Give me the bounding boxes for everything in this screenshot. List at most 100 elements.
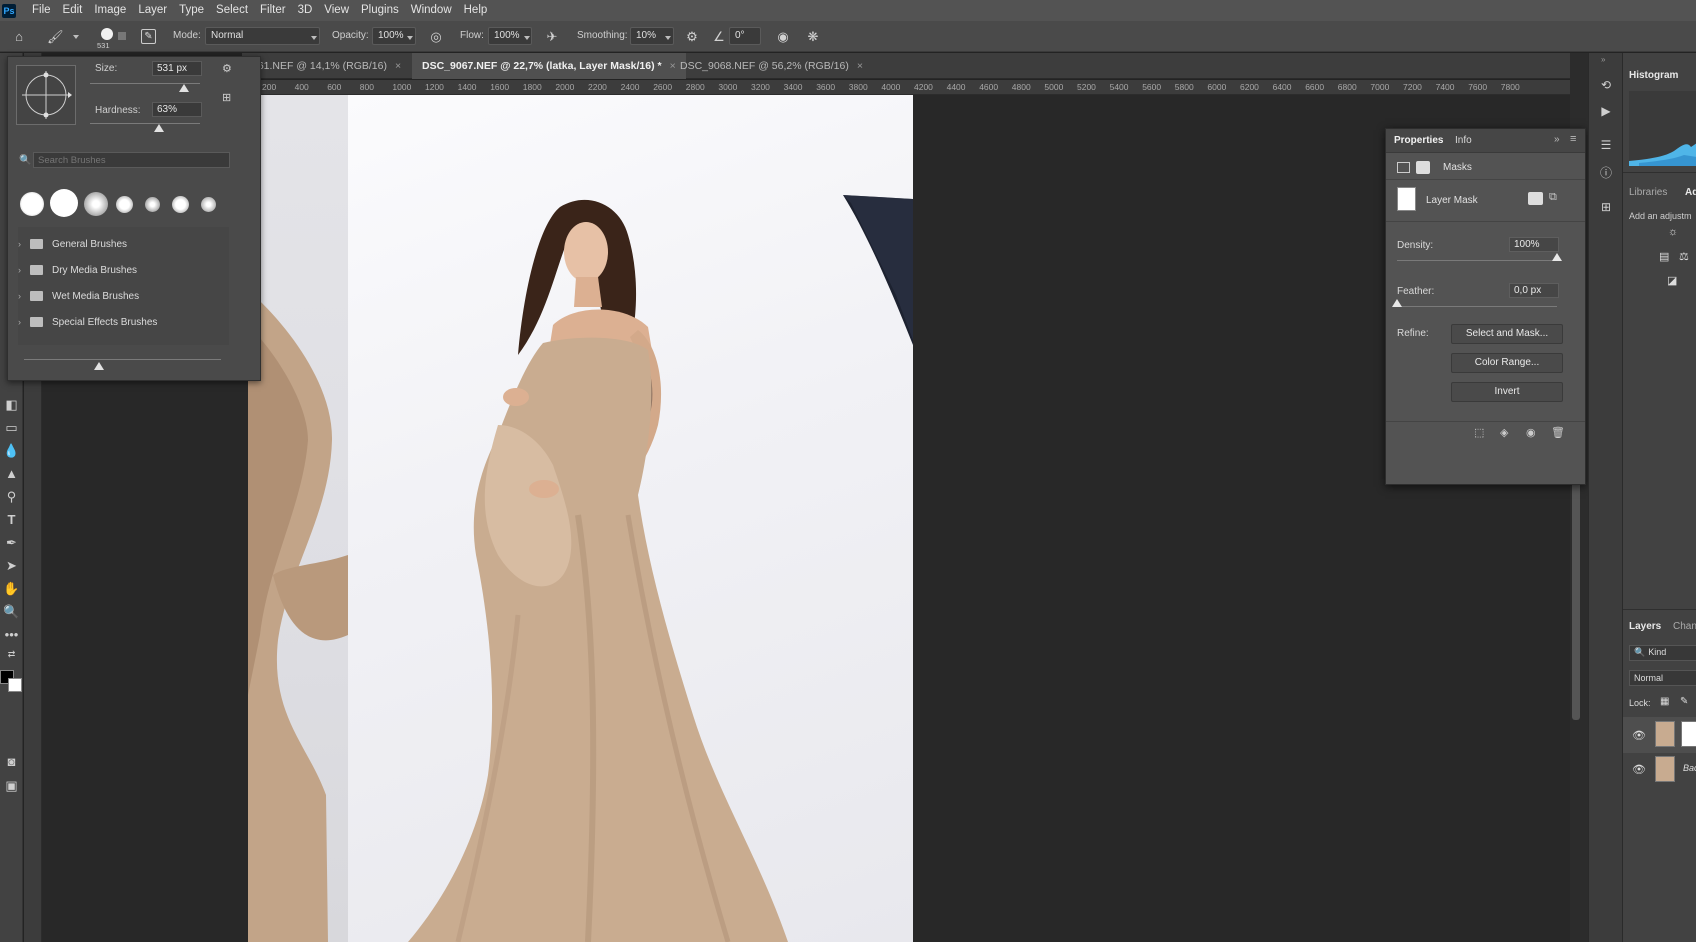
pixel-mask-icon[interactable] — [1397, 162, 1410, 173]
home-icon[interactable]: ⌂ — [11, 29, 27, 45]
trash-icon[interactable]: 🗑 — [1551, 426, 1565, 439]
density-slider-track[interactable] — [1397, 260, 1557, 261]
new-preset-icon[interactable]: ⊞ — [222, 91, 231, 104]
opacity-caret[interactable] — [407, 36, 413, 40]
eraser-tool-icon[interactable]: ◧ — [3, 396, 20, 413]
close-icon[interactable]: × — [857, 60, 863, 72]
brush-tip[interactable] — [201, 197, 216, 212]
menu-filter[interactable]: Filter — [254, 0, 292, 21]
layer-comps-icon[interactable]: ⊞ — [1598, 199, 1614, 215]
invert-button[interactable]: Invert — [1451, 382, 1563, 402]
layer-thumbnail[interactable] — [1655, 721, 1675, 747]
visibility-eye-icon[interactable]: 👁 — [1632, 763, 1646, 776]
density-slider-thumb[interactable] — [1552, 253, 1562, 261]
pressure-opacity-icon[interactable]: ◎ — [428, 29, 444, 45]
brush-settings-icon[interactable]: ✎ — [141, 29, 156, 44]
swap-colors-icon[interactable]: ⇄ — [3, 646, 20, 663]
apply-mask-icon[interactable]: ◈ — [1500, 426, 1508, 439]
folder-general-brushes[interactable]: › General Brushes — [18, 232, 228, 256]
blend-mode-select[interactable]: Normal — [1629, 670, 1696, 686]
quick-mask-icon[interactable]: ◙ — [3, 753, 20, 770]
adjustments-icon[interactable]: ☰ — [1598, 137, 1614, 153]
panel-menu-icon[interactable]: ≡ — [1570, 133, 1576, 145]
layer-thumbnail[interactable] — [1655, 756, 1675, 782]
tab-info[interactable]: Info — [1455, 135, 1472, 146]
angle-field[interactable]: 0° — [729, 27, 761, 45]
lock-paint-icon[interactable]: ✎ — [1680, 696, 1688, 707]
gradient-tool-icon[interactable]: ▭ — [3, 419, 20, 436]
zoom-tool-icon[interactable]: 🔍 — [3, 603, 20, 620]
brush-tip[interactable] — [145, 197, 160, 212]
menu-view[interactable]: View — [318, 0, 355, 21]
density-field[interactable]: 100% — [1509, 237, 1559, 252]
selection-from-mask-icon[interactable]: ⬚ — [1474, 426, 1484, 439]
color-range-button[interactable]: Color Range... — [1451, 353, 1563, 373]
tab-histogram[interactable]: Histogram — [1629, 70, 1678, 81]
hardness-field[interactable]: 63% — [152, 102, 202, 117]
brush-angle-preview[interactable] — [16, 65, 76, 125]
brush-tool-icon[interactable]: 🖌 — [47, 29, 64, 45]
menu-edit[interactable]: Edit — [57, 0, 89, 21]
symmetry-icon[interactable]: ❋ — [805, 29, 821, 45]
apply-mask-icon[interactable]: ⧉ — [1549, 191, 1557, 204]
flow-caret[interactable] — [524, 36, 530, 40]
hardness-slider-thumb[interactable] — [154, 124, 165, 132]
doc-tab-active[interactable]: DSC_9067.NEF @ 22,7% (latka, Layer Mask/… — [412, 53, 686, 79]
hardness-slider-track[interactable] — [90, 123, 200, 124]
selection-arrow-icon[interactable]: ➤ — [3, 557, 20, 574]
tab-libraries[interactable]: Libraries — [1629, 187, 1667, 198]
gear-icon[interactable]: ⚙ — [222, 62, 232, 75]
exposure-icon[interactable]: ◪ — [1667, 274, 1677, 287]
blur-tool-icon[interactable]: 💧 — [3, 442, 20, 459]
visibility-icon[interactable]: ◉ — [1526, 426, 1536, 439]
menu-plugins[interactable]: Plugins — [355, 0, 405, 21]
mode-select[interactable]: Normal — [205, 27, 320, 45]
menu-image[interactable]: Image — [88, 0, 132, 21]
collapse-arrows-icon[interactable]: » — [1601, 55, 1605, 64]
tab-channels[interactable]: Chan — [1673, 621, 1696, 632]
folder-wet-media-brushes[interactable]: › Wet Media Brushes — [18, 284, 228, 308]
vertical-scrollbar[interactable] — [1572, 480, 1580, 720]
brush-roundness-icon[interactable] — [17, 66, 75, 124]
play-icon[interactable]: ▶ — [1598, 103, 1614, 119]
layer-mask-thumbnail[interactable] — [1681, 721, 1696, 747]
preview-size-slider[interactable] — [24, 359, 221, 360]
visibility-eye-icon[interactable]: 👁 — [1632, 729, 1646, 742]
collapse-icon[interactable]: » — [1554, 134, 1560, 145]
smoothing-caret[interactable] — [665, 36, 671, 40]
type-tool-icon[interactable]: T — [3, 511, 20, 528]
doc-tab[interactable]: 061.NEF @ 14,1% (RGB/16) × — [242, 53, 411, 79]
layer-mask-thumbnail[interactable] — [1397, 187, 1416, 211]
tab-layers[interactable]: Layers — [1629, 621, 1661, 632]
lock-transparency-icon[interactable]: ▦ — [1660, 696, 1669, 707]
brush-tip[interactable] — [172, 196, 189, 213]
brush-preview-icon[interactable] — [101, 28, 113, 40]
screen-mode-icon[interactable]: ▣ — [3, 777, 20, 794]
menu-3d[interactable]: 3D — [292, 0, 319, 21]
hand-tool-icon[interactable]: ✋ — [3, 580, 20, 597]
levels-icon[interactable]: ▤ — [1659, 250, 1669, 263]
menu-layer[interactable]: Layer — [132, 0, 173, 21]
brush-tip[interactable] — [84, 192, 108, 216]
folder-special-effects-brushes[interactable]: › Special Effects Brushes — [18, 310, 228, 334]
gear-icon[interactable]: ⚙ — [684, 29, 700, 45]
menu-window[interactable]: Window — [405, 0, 458, 21]
folder-dry-media-brushes[interactable]: › Dry Media Brushes — [18, 258, 228, 282]
tab-properties[interactable]: Properties — [1394, 135, 1443, 146]
curves-icon[interactable]: ⚖ — [1679, 250, 1689, 263]
tool-preset-caret[interactable] — [73, 35, 79, 39]
preview-size-thumb[interactable] — [94, 362, 104, 370]
path-tool-icon[interactable]: ✒ — [3, 534, 20, 551]
layer-filter-field[interactable]: 🔍 Kind — [1629, 645, 1696, 661]
close-icon[interactable]: × — [395, 60, 401, 72]
doc-tab[interactable]: DSC_9068.NEF @ 56,2% (RGB/16) × — [670, 53, 873, 79]
vector-mask-icon[interactable] — [1416, 161, 1430, 174]
menu-select[interactable]: Select — [210, 0, 254, 21]
menu-file[interactable]: File — [26, 0, 57, 21]
size-slider-thumb[interactable] — [178, 84, 189, 92]
dodge-tool-icon[interactable]: ▲ — [3, 465, 20, 482]
brush-tip[interactable] — [50, 189, 78, 217]
history-icon[interactable]: ⟲ — [1598, 77, 1614, 93]
select-and-mask-button[interactable]: Select and Mask... — [1451, 324, 1563, 344]
brightness-icon[interactable]: ☼ — [1668, 226, 1678, 238]
